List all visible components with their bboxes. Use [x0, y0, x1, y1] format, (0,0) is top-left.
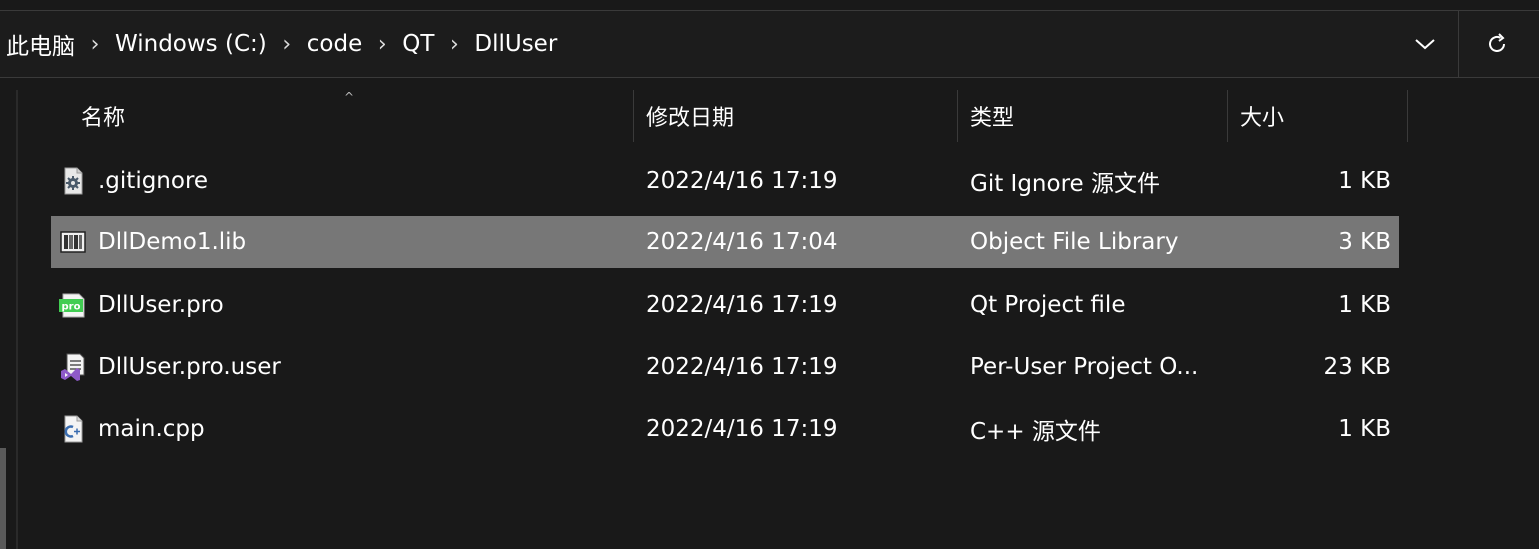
file-row[interactable]: pro DllUser.pro 2022/4/16 17:19 Qt Proje… [51, 279, 1399, 331]
column-divider[interactable] [957, 90, 958, 142]
file-row[interactable]: DllUser.pro.user 2022/4/16 17:19 Per-Use… [51, 341, 1399, 393]
file-size: 3 KB [1338, 229, 1391, 255]
breadcrumb-dlluser[interactable]: DllUser [472, 31, 559, 57]
column-divider[interactable] [633, 90, 634, 142]
breadcrumb-qt[interactable]: QT [400, 31, 436, 57]
file-name: .gitignore [98, 168, 209, 194]
file-name: main.cpp [98, 416, 205, 442]
file-type: Object File Library [970, 229, 1179, 255]
file-type: Qt Project file [970, 292, 1126, 318]
file-name: DllDemo1.lib [98, 229, 247, 255]
breadcrumb-windows-drive[interactable]: Windows (C:) [113, 31, 269, 57]
file-size: 1 KB [1338, 416, 1391, 442]
file-modified: 2022/4/16 17:04 [646, 229, 838, 255]
refresh-icon [1489, 33, 1505, 52]
file-name: DllUser.pro [98, 292, 224, 318]
visual-studio-file-icon [61, 353, 85, 381]
file-type: Per-User Project O... [970, 354, 1199, 380]
file-modified: 2022/4/16 17:19 [646, 168, 838, 194]
file-modified: 2022/4/16 17:19 [646, 292, 838, 318]
breadcrumb: 此电脑 › Windows (C:) › code › QT › DllUser [4, 11, 559, 77]
file-row[interactable]: .gitignore 2022/4/16 17:19 Git Ignore 源文… [51, 155, 1399, 207]
gear-file-icon [64, 167, 83, 195]
address-history-dropdown-button[interactable] [1408, 29, 1442, 59]
breadcrumb-separator[interactable]: › [269, 32, 305, 57]
file-type: Git Ignore 源文件 [970, 171, 1160, 197]
column-header-size[interactable]: 大小 [1240, 90, 1284, 142]
file-explorer-window: 此电脑 › Windows (C:) › code › QT › DllUser… [0, 0, 1539, 549]
file-row-selected[interactable]: DllDemo1.lib 2022/4/16 17:04 Object File… [51, 216, 1399, 268]
file-name: DllUser.pro.user [98, 354, 281, 380]
file-row[interactable]: main.cpp 2022/4/16 17:19 C++ 源文件 1 KB [51, 403, 1399, 455]
qt-pro-file-icon: pro [59, 293, 85, 318]
address-bar-divider [1458, 11, 1459, 77]
breadcrumb-separator[interactable]: › [77, 32, 113, 57]
svg-text:pro: pro [62, 302, 81, 313]
navigation-pane-edge [16, 90, 18, 549]
library-file-icon [60, 231, 86, 253]
sort-up-arrow-icon: ^ [344, 90, 355, 104]
breadcrumb-code[interactable]: code [305, 31, 364, 57]
column-divider[interactable] [1227, 90, 1228, 142]
column-header-name[interactable]: 名称 [81, 90, 125, 142]
file-size: 23 KB [1323, 354, 1391, 380]
column-divider[interactable] [1407, 90, 1408, 142]
breadcrumb-separator[interactable]: › [364, 32, 400, 57]
file-modified: 2022/4/16 17:19 [646, 354, 838, 380]
column-header-modified[interactable]: 修改日期 [646, 90, 734, 142]
cpp-file-icon [64, 415, 83, 443]
breadcrumb-separator[interactable]: › [436, 32, 472, 57]
file-size: 1 KB [1338, 292, 1391, 318]
column-header-type[interactable]: 类型 [970, 90, 1014, 142]
navigation-pane-scrollbar[interactable] [0, 448, 6, 549]
chevron-down-icon [1415, 39, 1435, 50]
file-type: C++ 源文件 [970, 419, 1101, 445]
column-header: ^ 名称 修改日期 类型 大小 [0, 90, 1539, 142]
file-size: 1 KB [1338, 168, 1391, 194]
address-bar[interactable]: 此电脑 › Windows (C:) › code › QT › DllUser [0, 10, 1539, 78]
file-modified: 2022/4/16 17:19 [646, 416, 838, 442]
breadcrumb-this-pc[interactable]: 此电脑 [4, 27, 77, 61]
refresh-button[interactable] [1480, 29, 1514, 59]
